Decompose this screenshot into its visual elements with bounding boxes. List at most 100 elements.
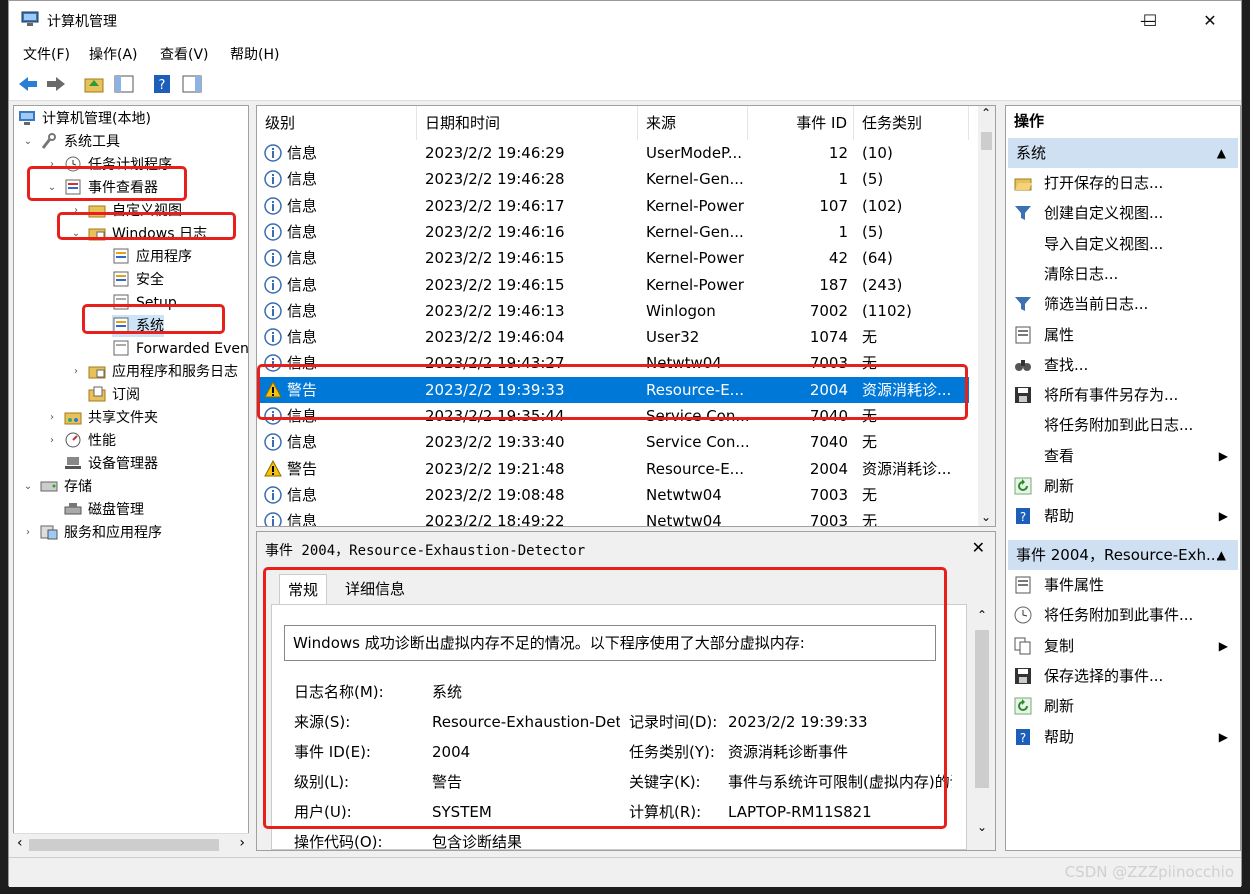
- expander-custom-views[interactable]: ›: [70, 200, 82, 222]
- tree-item-security[interactable]: 安全: [112, 269, 164, 291]
- table-row[interactable]: 信息 2023/2/2 19:43:27 Netwtw04 7003 无: [257, 350, 969, 376]
- tree-item-windows-logs[interactable]: Windows 日志: [88, 223, 207, 245]
- table-row[interactable]: 信息 2023/2/2 18:49:22 Netwtw04 7003 无: [257, 508, 969, 526]
- menu-help[interactable]: 帮助(H): [230, 44, 279, 64]
- back-arrow-icon[interactable]: [17, 74, 39, 94]
- tree-item-event-viewer[interactable]: 事件查看器: [64, 177, 158, 199]
- up-folder-icon[interactable]: [83, 74, 105, 94]
- action-item[interactable]: 复制 ▶: [1006, 631, 1240, 661]
- action-item[interactable]: 将任务附加到此日志...: [1006, 410, 1240, 440]
- table-row[interactable]: 信息 2023/2/2 19:46:15 Kernel-Power 187 (243): [257, 272, 969, 298]
- action-item[interactable]: 属性: [1006, 320, 1240, 350]
- expander-services-apps[interactable]: ›: [22, 522, 34, 544]
- action-item[interactable]: 查看 ▶: [1006, 441, 1240, 471]
- expander-event-viewer[interactable]: ⌄: [46, 177, 58, 199]
- tree-horizontal-scrollbar[interactable]: ‹ ›: [13, 833, 249, 855]
- column-header-task-category[interactable]: 任务类别: [854, 106, 969, 140]
- table-row[interactable]: 信息 2023/2/2 19:08:48 Netwtw04 7003 无: [257, 482, 969, 508]
- tree-item-task-scheduler[interactable]: 任务计划程序: [64, 154, 172, 176]
- tree-item-application[interactable]: 应用程序: [112, 246, 192, 268]
- tree-item-disk-management[interactable]: 磁盘管理: [64, 499, 144, 521]
- tree-item-subscriptions[interactable]: 订阅: [88, 384, 140, 406]
- tree-item-system-tools[interactable]: 系统工具: [40, 131, 120, 153]
- table-row[interactable]: 警告 2023/2/2 19:39:33 Resource-E... 2004 资源消耗…: [257, 376, 969, 403]
- table-row[interactable]: 信息 2023/2/2 19:46:13 Winlogon 7002 (1102): [257, 298, 969, 324]
- expander-task-scheduler[interactable]: ›: [46, 154, 58, 176]
- expander-system-tools[interactable]: ⌄: [22, 131, 34, 153]
- event-description[interactable]: Windows 成功诊断出虚拟内存不足的情况。以下程序使用了大部分虚拟内存:: [284, 625, 936, 661]
- detail-scroll-up[interactable]: ⌃: [977, 608, 987, 622]
- detail-scroll-down[interactable]: ⌄: [977, 820, 987, 834]
- title-bar[interactable]: 计算机管理 — ☐ ✕: [9, 1, 1241, 39]
- close-button[interactable]: ✕: [1187, 7, 1233, 35]
- tree-scroll-thumb[interactable]: [29, 839, 219, 851]
- action-item[interactable]: ? 帮助 ▶: [1006, 501, 1240, 531]
- table-row[interactable]: 信息 2023/2/2 19:46:16 Kernel-Gen... 1 (5): [257, 219, 969, 245]
- table-row[interactable]: 信息 2023/2/2 19:46:15 Kernel-Power 42 (64): [257, 245, 969, 271]
- scroll-right-button[interactable]: ›: [239, 835, 245, 851]
- column-header-event-id[interactable]: 事件 ID: [748, 106, 854, 140]
- column-header-datetime[interactable]: 日期和时间: [417, 106, 638, 140]
- tree-item-shared-folders[interactable]: 共享文件夹: [64, 407, 158, 429]
- tab-details[interactable]: 详细信息: [337, 574, 413, 604]
- expander-app-service-logs[interactable]: ›: [70, 361, 82, 383]
- menu-action[interactable]: 操作(A): [89, 44, 138, 64]
- menu-file[interactable]: 文件(F): [23, 44, 70, 64]
- tree-item-custom-views[interactable]: 自定义视图: [88, 200, 182, 222]
- show-hide-action-pane-icon[interactable]: [181, 74, 203, 94]
- expander-shared-folders[interactable]: ›: [46, 407, 58, 429]
- actions-section-event[interactable]: 事件 2004，Resource-Exh... ▲: [1008, 540, 1238, 570]
- event-list-scroll-thumb[interactable]: [981, 132, 992, 150]
- forward-arrow-icon[interactable]: [45, 74, 67, 94]
- expander-storage[interactable]: ⌄: [22, 476, 34, 498]
- table-row[interactable]: 信息 2023/2/2 19:46:04 User32 1074 无: [257, 324, 969, 350]
- menu-view[interactable]: 查看(V): [160, 44, 209, 64]
- action-item[interactable]: 刷新: [1006, 691, 1240, 721]
- action-item[interactable]: ? 帮助 ▶: [1006, 722, 1240, 752]
- action-item[interactable]: 导入自定义视图...: [1006, 229, 1240, 259]
- tree-item-app-service-logs[interactable]: 应用程序和服务日志: [88, 361, 238, 383]
- table-row[interactable]: 警告 2023/2/2 19:21:48 Resource-E... 2004 资源消耗…: [257, 456, 969, 482]
- column-header-level[interactable]: 级别: [257, 106, 417, 140]
- maximize-button[interactable]: ☐: [1127, 7, 1173, 35]
- tree-item-setup[interactable]: Setup: [112, 292, 177, 314]
- tree-item-device-manager[interactable]: 设备管理器: [64, 453, 158, 475]
- detail-scroll-thumb[interactable]: [975, 630, 989, 788]
- action-item[interactable]: 刷新: [1006, 471, 1240, 501]
- show-hide-tree-icon[interactable]: [113, 74, 135, 94]
- action-item[interactable]: 查找...: [1006, 350, 1240, 380]
- actions-section-system[interactable]: 系统 ▲: [1008, 138, 1238, 168]
- action-item[interactable]: 事件属性: [1006, 570, 1240, 600]
- action-item[interactable]: 清除日志...: [1006, 259, 1240, 289]
- column-header-source[interactable]: 来源: [638, 106, 748, 140]
- scroll-left-button[interactable]: ‹: [17, 835, 23, 851]
- tree-item-forwarded-events[interactable]: Forwarded Even: [112, 338, 248, 360]
- expander-performance[interactable]: ›: [46, 430, 58, 452]
- event-id: 187: [819, 275, 848, 294]
- table-row[interactable]: 信息 2023/2/2 19:35:44 Service Con... 7040 无: [257, 403, 969, 429]
- action-item[interactable]: 创建自定义视图...: [1006, 198, 1240, 228]
- scroll-down-button[interactable]: ⌄: [981, 510, 991, 524]
- table-row[interactable]: 信息 2023/2/2 19:46:17 Kernel-Power 107 (102): [257, 193, 969, 219]
- detail-scrollbar[interactable]: ⌃ ⌄: [973, 608, 991, 834]
- action-item[interactable]: 将任务附加到此事件...: [1006, 600, 1240, 630]
- action-item[interactable]: 保存选择的事件...: [1006, 661, 1240, 691]
- tree-item-computer-management[interactable]: 计算机管理(本地): [18, 108, 151, 130]
- help-icon[interactable]: ?: [151, 74, 173, 94]
- action-item[interactable]: 将所有事件另存为...: [1006, 380, 1240, 410]
- action-item[interactable]: 打开保存的日志...: [1006, 168, 1240, 198]
- table-row[interactable]: 信息 2023/2/2 19:46:28 Kernel-Gen... 1 (5): [257, 166, 969, 192]
- tree-item-storage[interactable]: 存储: [40, 476, 92, 498]
- tree-item-services-apps[interactable]: 服务和应用程序: [40, 522, 162, 544]
- action-item[interactable]: 筛选当前日志...: [1006, 289, 1240, 319]
- event-list-scrollbar[interactable]: ⌃ ⌄: [978, 106, 995, 526]
- detail-close-button[interactable]: ✕: [972, 538, 985, 557]
- tree-item-system[interactable]: 系统: [112, 315, 164, 337]
- table-row[interactable]: 信息 2023/2/2 19:33:40 Service Con... 7040 无: [257, 429, 969, 455]
- table-row[interactable]: 信息 2023/2/2 19:46:29 UserModeP... 12 (10): [257, 140, 969, 166]
- logged-label: 记录时间(D):: [629, 713, 718, 731]
- scroll-up-button[interactable]: ⌃: [981, 106, 991, 120]
- expander-windows-logs[interactable]: ⌄: [70, 223, 82, 245]
- tree-item-performance[interactable]: 性能: [64, 430, 116, 452]
- tab-general[interactable]: 常规: [279, 574, 328, 604]
